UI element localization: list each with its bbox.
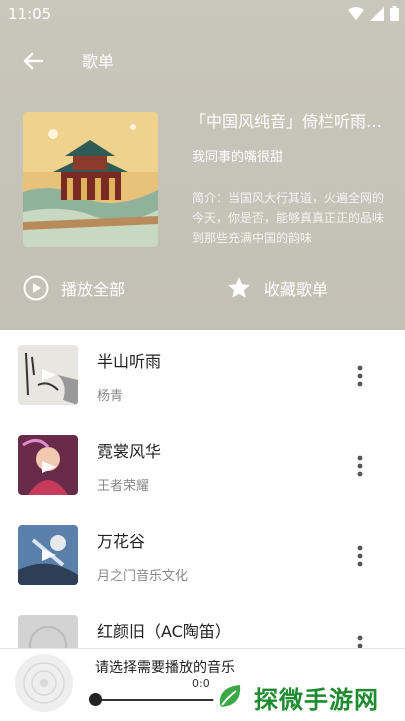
- disc-icon: [15, 654, 73, 712]
- song-row[interactable]: 霓裳风华 王者荣耀: [0, 420, 405, 510]
- song-artist: 月之门音乐文化: [97, 569, 189, 584]
- collect-label: 收藏歌单: [264, 280, 329, 299]
- song-title: 半山听雨: [97, 352, 162, 371]
- play-all-label: 播放全部: [61, 280, 126, 299]
- progress-knob[interactable]: [89, 693, 102, 706]
- watermark-text: 探微手游网: [254, 685, 379, 714]
- song-thumbnail: [18, 525, 78, 585]
- leaf-logo-icon: [213, 680, 247, 714]
- status-icons: [348, 6, 399, 21]
- battery-icon: [390, 6, 399, 21]
- status-time: 11:05: [8, 5, 52, 23]
- watermark: 探微手游网: [212, 676, 402, 718]
- song-thumbnail: [18, 345, 78, 405]
- more-vert-icon[interactable]: [350, 544, 370, 568]
- song-list: 半山听雨 杨青 霓裳风华 王者荣耀 万花谷 月之门音乐文化 红颜旧（AC陶笛）: [0, 330, 405, 648]
- wifi-icon: [348, 6, 364, 20]
- toolbar-title: 歌单: [82, 52, 115, 71]
- song-thumbnail: [18, 435, 78, 495]
- status-bar: 11:05: [0, 0, 405, 28]
- playlist-actions: 播放全部 收藏歌单: [0, 275, 405, 315]
- song-row[interactable]: 万花谷 月之门音乐文化: [0, 510, 405, 600]
- more-vert-icon[interactable]: [350, 634, 370, 648]
- playlist-description[interactable]: 简介：当国风大行其道，火遍全网的今天，你是否，能够真真正正的品味到那些充满中国的…: [192, 188, 384, 248]
- song-row[interactable]: 红颜旧（AC陶笛）: [0, 600, 405, 648]
- more-vert-icon[interactable]: [350, 454, 370, 478]
- playlist-title: 「中国风纯音」倚栏听雨，思索红尘: [190, 112, 385, 131]
- back-arrow-icon[interactable]: [18, 46, 48, 76]
- cell-signal-icon: [370, 6, 384, 21]
- progress-track[interactable]: [96, 699, 216, 701]
- collect-playlist-button[interactable]: 收藏歌单: [226, 275, 328, 301]
- player-prompt: 请选择需要播放的音乐: [95, 660, 235, 676]
- toolbar: 歌单: [0, 38, 405, 82]
- play-all-button[interactable]: 播放全部: [23, 275, 125, 301]
- song-title: 霓裳风华: [97, 442, 162, 461]
- playlist-cover[interactable]: [23, 112, 158, 247]
- song-title: 红颜旧（AC陶笛）: [97, 622, 231, 641]
- song-title: 万花谷: [97, 532, 146, 551]
- song-artist: 王者荣耀: [97, 479, 150, 494]
- song-artist: 杨青: [97, 389, 124, 404]
- more-vert-icon[interactable]: [350, 364, 370, 388]
- star-icon: [228, 277, 250, 298]
- playlist-author[interactable]: 我同事的嘴很甜: [192, 146, 283, 165]
- song-thumbnail: [18, 615, 78, 648]
- song-row[interactable]: 半山听雨 杨青: [0, 330, 405, 420]
- player-time: 0:0: [192, 677, 210, 690]
- play-circle-icon: [23, 275, 49, 301]
